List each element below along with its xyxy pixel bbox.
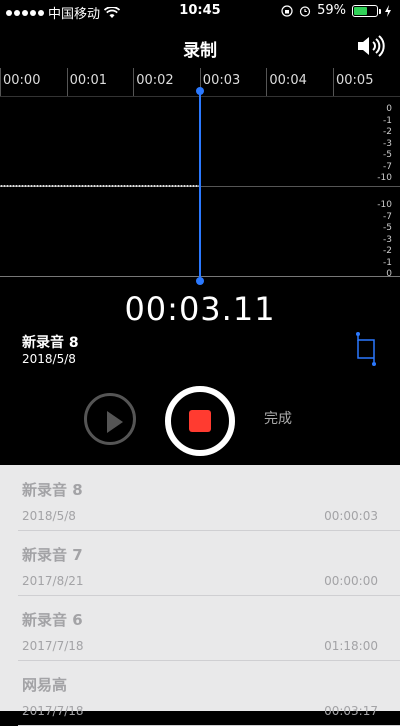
recording-item-name: 网易高 (22, 676, 68, 694)
recording-item-name: 新录音 7 (22, 546, 83, 564)
alarm-icon (299, 5, 311, 17)
trim-icon[interactable] (355, 332, 377, 366)
playhead-line[interactable] (199, 91, 201, 281)
record-button[interactable] (165, 386, 235, 456)
db-scale-label: -10 (377, 173, 392, 183)
playhead-bottom-handle[interactable] (196, 277, 204, 285)
recording-item-name: 新录音 8 (22, 481, 83, 499)
db-scale-label: -10 (377, 200, 392, 210)
db-scale-label: -5 (383, 150, 392, 160)
timeline-tick (0, 68, 1, 96)
recording-item-date: 2017/7/18 (22, 704, 84, 718)
db-scale-label: -2 (383, 246, 392, 256)
play-button[interactable] (84, 393, 136, 445)
battery-percent: 59% (317, 3, 346, 18)
recording-item-duration: 00:00:03 (324, 509, 378, 523)
page-title: 录制 (183, 41, 217, 61)
recordings-list: 新录音 8 2018/5/8 00:00:03 新录音 7 2017/8/21 00:00… (0, 465, 400, 726)
timeline-tick (133, 68, 135, 96)
play-icon (107, 411, 123, 433)
timeline-tick (66, 68, 68, 96)
db-scale-label: -7 (383, 161, 392, 172)
recording-list-item[interactable]: 新录音 6 2017/7/18 01:18:00 (0, 595, 400, 661)
rotation-lock-icon (281, 4, 293, 17)
db-scale-label: -1 (383, 257, 392, 268)
done-button[interactable]: 完成 (264, 408, 292, 428)
recording-list-item[interactable]: 新录音 8 2018/5/8 00:00:03 (0, 465, 400, 531)
db-scale-label: -2 (383, 127, 392, 137)
db-scale-label: -3 (383, 234, 392, 245)
nav-bar: 录制 (0, 24, 400, 68)
stop-icon (189, 410, 211, 432)
battery-icon (352, 4, 381, 17)
timeline-label: 00:01 (69, 73, 108, 88)
elapsed-time: 00:03.11 (124, 290, 276, 328)
playback-controls: 完成 (0, 386, 400, 456)
recording-title[interactable]: 新录音 8 (22, 332, 79, 352)
recording-item-date: 2017/7/18 (22, 639, 84, 653)
timeline-label: 00:04 (269, 73, 307, 88)
recording-item-duration: 01:18:00 (324, 639, 378, 653)
recording-list-item[interactable]: 网易高 2017/7/18 00:03:17 (0, 660, 400, 726)
charging-icon (385, 4, 391, 17)
timeline-label: 00:05 (336, 73, 374, 88)
waveform-trace (0, 185, 200, 187)
status-bar: 中国移动 10:45 59% (0, 0, 400, 24)
db-scale-label: -3 (383, 138, 392, 149)
recording-item-duration: 00:03:17 (324, 704, 378, 718)
db-scale-label: -7 (383, 211, 392, 222)
timeline-tick (333, 68, 334, 96)
recording-date: 2018/5/8 (22, 352, 76, 366)
recording-item-duration: 00:00:00 (324, 574, 378, 588)
recording-list-item[interactable]: 新录音 7 2017/8/21 00:00:00 (0, 530, 400, 596)
status-right: 59% (281, 3, 392, 18)
timeline-label: 00:03 (202, 73, 241, 88)
speaker-icon[interactable] (356, 34, 386, 58)
db-scale-label: 0 (386, 104, 392, 114)
timeline-label: 00:02 (136, 73, 174, 88)
db-scale-label: -5 (383, 223, 392, 233)
recording-item-date: 2018/5/8 (22, 509, 76, 523)
timeline-label: 00:00 (3, 73, 41, 88)
recording-item-name: 新录音 6 (22, 611, 83, 629)
db-scale-label: -1 (383, 115, 392, 126)
db-scale-label: 0 (386, 269, 392, 279)
timeline-tick (266, 68, 268, 96)
recording-item-date: 2017/8/21 (22, 574, 84, 588)
